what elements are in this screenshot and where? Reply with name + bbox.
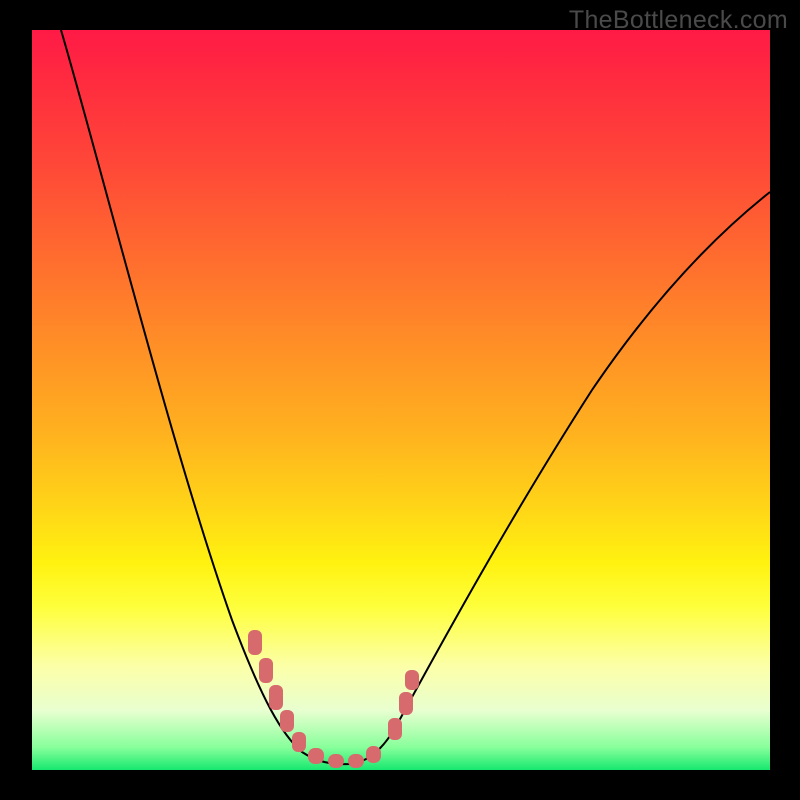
chart-stage: TheBottleneck.com <box>0 0 800 800</box>
curve-svg <box>32 30 770 770</box>
marker-point <box>328 754 344 768</box>
marker-point <box>405 670 419 690</box>
marker-group <box>248 630 419 768</box>
marker-point <box>248 630 262 655</box>
marker-point <box>388 718 402 740</box>
marker-point <box>348 754 364 768</box>
marker-point <box>259 658 273 683</box>
plot-area <box>32 30 770 770</box>
marker-point <box>280 710 294 732</box>
marker-point <box>308 748 324 764</box>
marker-point <box>399 692 413 715</box>
bottleneck-curve <box>61 30 770 764</box>
marker-point <box>366 746 381 763</box>
marker-point <box>292 732 306 752</box>
marker-point <box>269 685 283 710</box>
